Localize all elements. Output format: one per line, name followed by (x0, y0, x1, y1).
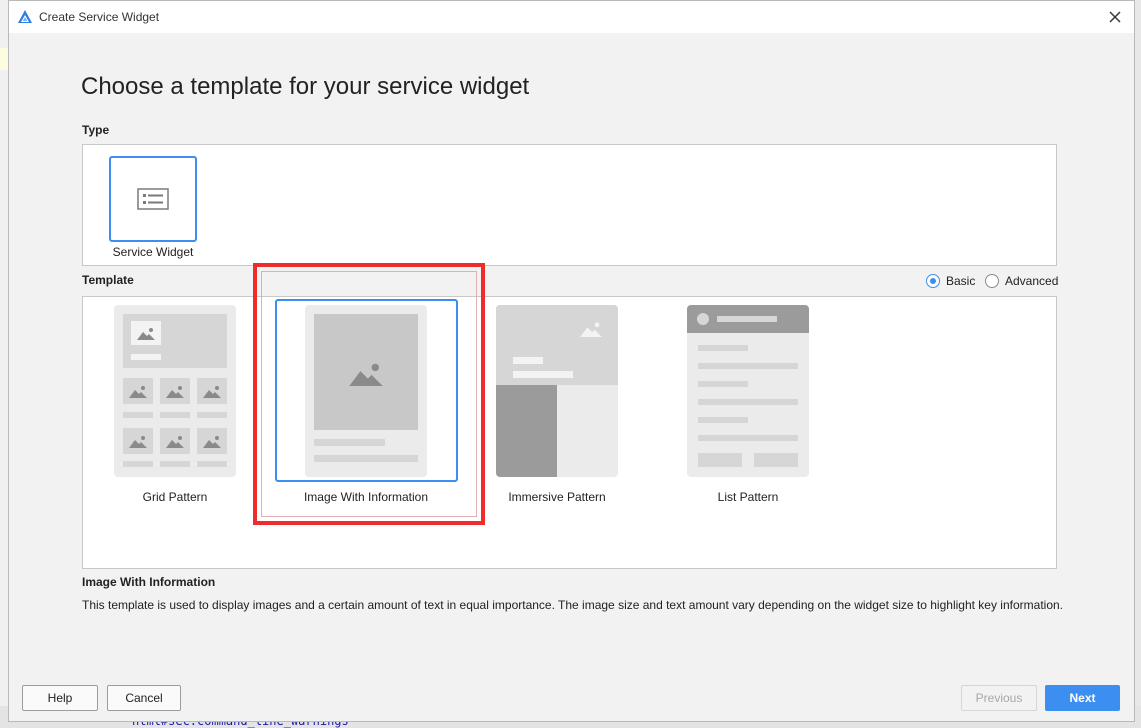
type-card-service-widget[interactable] (109, 156, 197, 242)
description-title: Image With Information (82, 575, 216, 589)
template-immersive-pattern[interactable] (496, 305, 618, 477)
type-card-label: Service Widget (112, 245, 194, 259)
description-text: This template is used to display images … (82, 598, 1063, 612)
image-icon (166, 436, 184, 448)
template-list-pattern-label: List Pattern (717, 490, 779, 504)
help-button[interactable]: Help (22, 685, 98, 711)
close-button[interactable] (1102, 5, 1128, 29)
template-list-pattern[interactable] (687, 305, 809, 477)
image-icon (203, 436, 221, 448)
cancel-button[interactable]: Cancel (107, 685, 181, 711)
annotation-highlight-box (253, 263, 485, 525)
previous-button[interactable]: Previous (961, 685, 1037, 711)
image-icon (129, 436, 147, 448)
template-section-label: Template (82, 273, 134, 287)
title-bar: Create Service Widget (9, 1, 1134, 33)
radio-basic-indicator[interactable] (926, 274, 940, 288)
image-icon (166, 386, 184, 398)
widget-list-icon (137, 188, 169, 210)
image-icon (203, 386, 221, 398)
create-service-widget-dialog: Create Service Widget Choose a template … (8, 0, 1135, 722)
radio-advanced[interactable]: Advanced (985, 274, 1058, 288)
type-panel: Service Widget (82, 144, 1057, 266)
image-icon (580, 322, 602, 337)
image-icon (129, 386, 147, 398)
radio-advanced-indicator[interactable] (985, 274, 999, 288)
template-grid-pattern[interactable] (114, 305, 236, 477)
type-section-label: Type (82, 123, 110, 137)
background-highlight-stripe (0, 48, 8, 70)
radio-basic-label: Basic (946, 274, 976, 288)
template-grid-pattern-label: Grid Pattern (142, 490, 208, 504)
page-heading: Choose a template for your service widge… (81, 73, 530, 100)
next-button[interactable]: Next (1045, 685, 1120, 711)
image-icon (137, 328, 155, 340)
window-title: Create Service Widget (39, 10, 160, 24)
template-panel: Grid Pattern Image With Information Imme… (82, 296, 1057, 569)
app-logo-icon (18, 10, 32, 23)
radio-advanced-label: Advanced (1005, 274, 1059, 288)
template-immersive-pattern-label: Immersive Pattern (508, 490, 606, 504)
close-icon (1109, 11, 1121, 23)
background-editor-edge (0, 0, 8, 728)
radio-basic[interactable]: Basic (926, 274, 975, 288)
